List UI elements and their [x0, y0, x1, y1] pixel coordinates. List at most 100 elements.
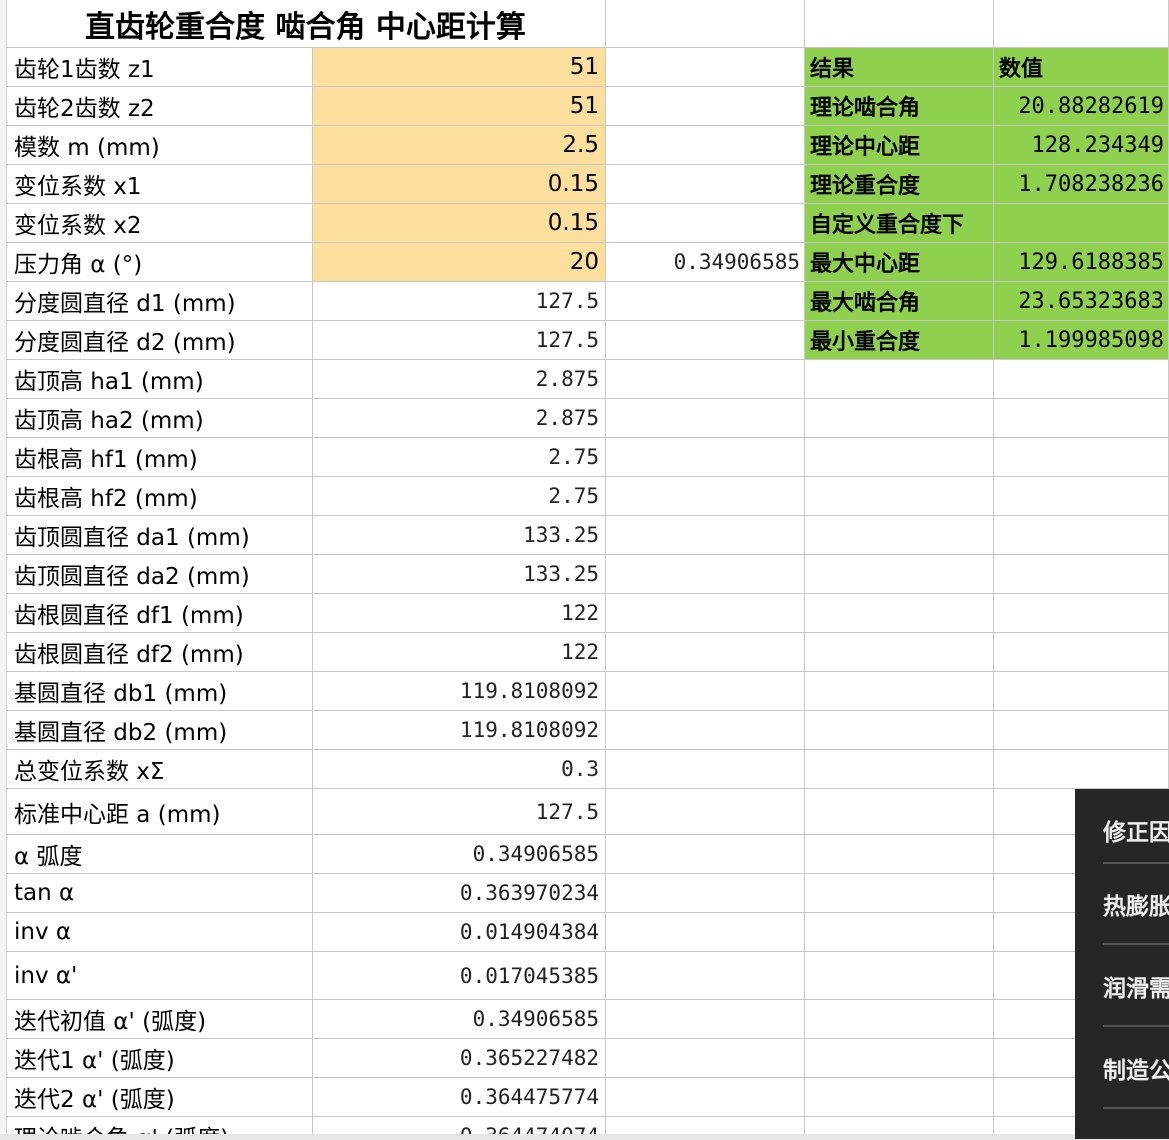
cell-empty[interactable] — [994, 594, 1169, 633]
menu-item-thermal-expansion[interactable]: 热膨胀 — [1103, 863, 1169, 945]
cell-empty[interactable] — [805, 0, 994, 48]
computed-value[interactable]: 0.34906585 — [313, 835, 606, 874]
computed-value[interactable]: 0.014904384 — [313, 913, 606, 952]
cell-empty[interactable] — [606, 48, 805, 87]
cell-empty[interactable] — [606, 516, 805, 555]
cell-empty[interactable] — [805, 594, 994, 633]
computed-value[interactable]: 0.363970234 — [313, 874, 606, 913]
cell-empty[interactable] — [994, 360, 1169, 399]
input-cell[interactable]: 0.15 — [313, 165, 606, 204]
cell-empty[interactable] — [805, 438, 994, 477]
cell-empty[interactable] — [994, 711, 1169, 750]
computed-value[interactable]: 2.75 — [313, 477, 606, 516]
cell-empty[interactable] — [606, 1000, 805, 1039]
cell-empty[interactable] — [606, 672, 805, 711]
spreadsheet: 直齿轮重合度 啮合角 中心距计算 齿轮1齿数 z1 51 结果 数值 齿轮2齿数 z2 51… — [0, 0, 1169, 1140]
input-cell[interactable]: 51 — [313, 48, 606, 87]
cell-empty[interactable] — [606, 126, 805, 165]
computed-value[interactable]: 119.8108092 — [313, 672, 606, 711]
result-value[interactable]: 129.6188385 — [994, 243, 1169, 282]
cell-empty[interactable] — [994, 555, 1169, 594]
input-cell[interactable]: 20 — [313, 243, 606, 282]
cell-empty[interactable] — [805, 789, 994, 835]
cell-empty[interactable] — [805, 1078, 994, 1117]
cell-empty[interactable] — [606, 874, 805, 913]
cell-empty[interactable] — [805, 399, 994, 438]
computed-value[interactable]: 0.017045385 — [313, 952, 606, 1000]
cell-empty[interactable] — [994, 516, 1169, 555]
computed-value[interactable]: 2.75 — [313, 438, 606, 477]
menu-item-manufacturing-tolerance[interactable]: 制造公 — [1103, 1027, 1169, 1109]
cell-empty[interactable] — [805, 750, 994, 789]
input-cell[interactable]: 51 — [313, 87, 606, 126]
computed-value[interactable]: 122 — [313, 633, 606, 672]
cell-empty[interactable] — [606, 952, 805, 1000]
cell-empty[interactable] — [606, 789, 805, 835]
cell-empty[interactable] — [606, 711, 805, 750]
cell-empty[interactable] — [606, 0, 805, 48]
cell-empty[interactable] — [805, 952, 994, 1000]
cell-empty[interactable] — [606, 399, 805, 438]
cell-empty[interactable] — [805, 360, 994, 399]
cell-empty[interactable] — [606, 438, 805, 477]
cell-empty[interactable] — [994, 0, 1169, 48]
cell-empty[interactable] — [994, 438, 1169, 477]
cell-empty[interactable] — [805, 672, 994, 711]
cell-empty[interactable] — [606, 87, 805, 126]
cell-empty[interactable] — [805, 477, 994, 516]
computed-value[interactable]: 133.25 — [313, 516, 606, 555]
input-cell[interactable]: 0.15 — [313, 204, 606, 243]
cell-empty[interactable] — [606, 633, 805, 672]
cell-empty[interactable] — [805, 835, 994, 874]
computed-value[interactable]: 0.365227482 — [313, 1039, 606, 1078]
result-value[interactable]: 1.199985098 — [994, 321, 1169, 360]
result-value[interactable]: 128.234349 — [994, 126, 1169, 165]
computed-value[interactable]: 2.875 — [313, 399, 606, 438]
result-value[interactable] — [994, 204, 1169, 243]
computed-value[interactable]: 127.5 — [313, 789, 606, 835]
cell-empty[interactable] — [606, 282, 805, 321]
cell-empty[interactable] — [994, 633, 1169, 672]
cell-empty[interactable] — [805, 633, 994, 672]
cell-empty[interactable] — [805, 711, 994, 750]
computed-value[interactable]: 122 — [313, 594, 606, 633]
cell-empty[interactable] — [805, 874, 994, 913]
cell-empty[interactable] — [606, 204, 805, 243]
cell-empty[interactable] — [606, 1039, 805, 1078]
computed-value[interactable]: 127.5 — [313, 282, 606, 321]
cell-empty[interactable] — [994, 477, 1169, 516]
cell-empty[interactable] — [606, 594, 805, 633]
computed-value[interactable]: 0.3 — [313, 750, 606, 789]
radian-value[interactable]: 0.34906585 — [606, 243, 805, 282]
computed-value[interactable]: 0.34906585 — [313, 1000, 606, 1039]
cell-empty[interactable] — [606, 321, 805, 360]
menu-item-correction-factor[interactable]: 修正因 — [1103, 789, 1169, 871]
cell-empty[interactable] — [606, 835, 805, 874]
menu-item-lubrication[interactable]: 润滑需 — [1103, 945, 1169, 1027]
computed-value[interactable]: 127.5 — [313, 321, 606, 360]
cell-empty[interactable] — [805, 516, 994, 555]
computed-value[interactable]: 133.25 — [313, 555, 606, 594]
cell-empty[interactable] — [606, 913, 805, 952]
computed-value[interactable]: 2.875 — [313, 360, 606, 399]
cell-empty[interactable] — [805, 555, 994, 594]
input-cell[interactable]: 2.5 — [313, 126, 606, 165]
computed-value[interactable]: 119.8108092 — [313, 711, 606, 750]
cell-empty[interactable] — [606, 1078, 805, 1117]
cell-empty[interactable] — [606, 555, 805, 594]
result-value[interactable]: 1.708238236 — [994, 165, 1169, 204]
cell-empty[interactable] — [994, 750, 1169, 789]
cell-empty[interactable] — [805, 913, 994, 952]
cell-empty[interactable] — [606, 750, 805, 789]
cell-empty[interactable] — [805, 1000, 994, 1039]
cell-empty[interactable] — [606, 165, 805, 204]
result-value[interactable]: 23.65323683 — [994, 282, 1169, 321]
computed-value[interactable]: 0.364475774 — [313, 1078, 606, 1117]
result-value[interactable]: 20.88282619 — [994, 87, 1169, 126]
cell-empty[interactable] — [994, 399, 1169, 438]
cell-empty[interactable] — [606, 360, 805, 399]
cell-empty[interactable] — [805, 1039, 994, 1078]
horizontal-scrollbar[interactable] — [0, 1134, 1169, 1140]
cell-empty[interactable] — [994, 672, 1169, 711]
cell-empty[interactable] — [606, 477, 805, 516]
